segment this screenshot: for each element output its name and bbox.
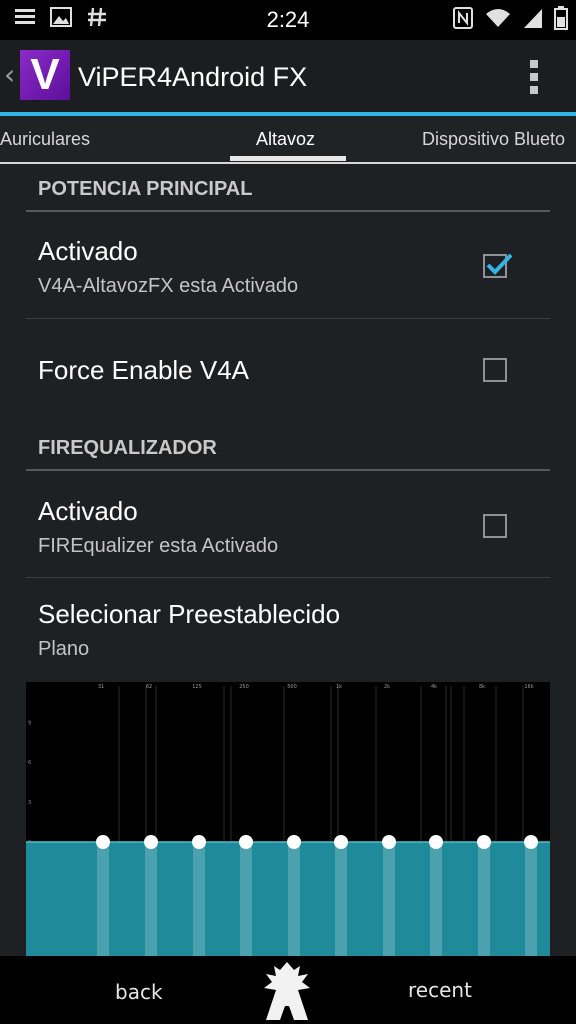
eq-band-handle-125[interactable] [192,835,206,849]
band-label-500: 500 [287,684,297,690]
force-enable-checkbox[interactable] [483,358,507,382]
wifi-icon [486,9,510,27]
eq-band-bar-8k [478,842,490,956]
fir-enabled-title[interactable]: Activado [38,496,138,527]
eq-band-bar-125 [193,842,205,956]
app-logo[interactable]: V [20,50,70,100]
fir-enabled-summary: FIREqualizer esta Activado [38,535,279,557]
app-title: ViPER4Android FX [78,62,308,92]
y-tick-label: 6 [28,760,31,766]
eq-band-handle-500[interactable] [287,835,301,849]
band-label-62: 62 [146,684,152,690]
row-divider [26,318,550,319]
tab-auriculares[interactable]: Auriculares [0,129,90,150]
master-enabled-title[interactable]: Activado [38,236,138,267]
eq-band-handle-1k[interactable] [334,835,348,849]
y-tick-label: 3 [28,800,31,806]
eq-band-bar-4k [430,842,442,956]
preset-title[interactable]: Selecionar Preestablecido [38,599,340,630]
eq-band-handle-8k[interactable] [477,835,491,849]
overflow-menu-icon[interactable] [530,60,540,94]
app-logo-letter: V [30,50,60,99]
battery-icon [554,6,568,30]
y-tick-label: 9 [28,720,31,726]
eq-band-bar-250 [240,842,252,956]
equalizer-graph[interactable]: 9630-3-631621252505001k2k4k8k16k [26,682,550,956]
eq-band-handle-16k[interactable] [524,835,538,849]
preset-summary: Plano [38,638,90,660]
band-label-8k: 8k [479,684,485,690]
eq-band-handle-4k[interactable] [429,835,443,849]
master-enabled-summary: V4A-AltavozFX esta Activado [38,275,299,297]
band-label-4k: 4k [431,684,437,690]
recent-button[interactable]: recent [408,978,472,1002]
band-label-16k: 16k [524,684,533,690]
eq-band-bar-62 [145,842,157,956]
eq-band-bar-2k [383,842,395,956]
eq-band-bar-500 [288,842,300,956]
band-label-1k: 1k [336,684,342,690]
home-icon[interactable] [252,958,322,1024]
band-label-125: 125 [192,684,202,690]
eq-band-handle-2k[interactable] [382,835,396,849]
force-enable-title[interactable]: Force Enable V4A [38,355,249,386]
band-label-31: 31 [98,684,104,690]
back-button[interactable]: back [115,980,163,1004]
band-label-250: 250 [239,684,249,690]
band-label-2k: 2k [384,684,390,690]
selected-tab-indicator [230,156,346,161]
check-icon [486,253,513,275]
equalizer-svg[interactable]: 9630-3-631621252505001k2k4k8k16k [26,682,550,956]
row-divider [26,577,550,578]
up-navigation-icon[interactable]: ‹ [4,58,15,91]
section-divider [26,469,550,471]
nfc-icon [453,7,473,29]
section-header-fir: FIREQUALIZADOR [38,437,217,459]
master-enabled-checkbox[interactable] [483,253,513,278]
eq-band-handle-31[interactable] [96,835,110,849]
status-bar: 2:24 [0,0,576,40]
eq-band-bar-31 [97,842,109,956]
tab-altavoz[interactable]: Altavoz [256,129,315,150]
tab-dispositivo-bluetooth[interactable]: Dispositivo Blueto [422,129,565,150]
fir-enabled-checkbox[interactable] [483,514,507,538]
section-divider [26,210,550,212]
section-header-master: POTENCIA PRINCIPAL [38,178,253,200]
signal-icon [524,9,542,28]
eq-band-bar-1k [335,842,347,956]
eq-band-handle-250[interactable] [239,835,253,849]
eq-band-handle-62[interactable] [144,835,158,849]
eq-band-bar-16k [525,842,537,956]
